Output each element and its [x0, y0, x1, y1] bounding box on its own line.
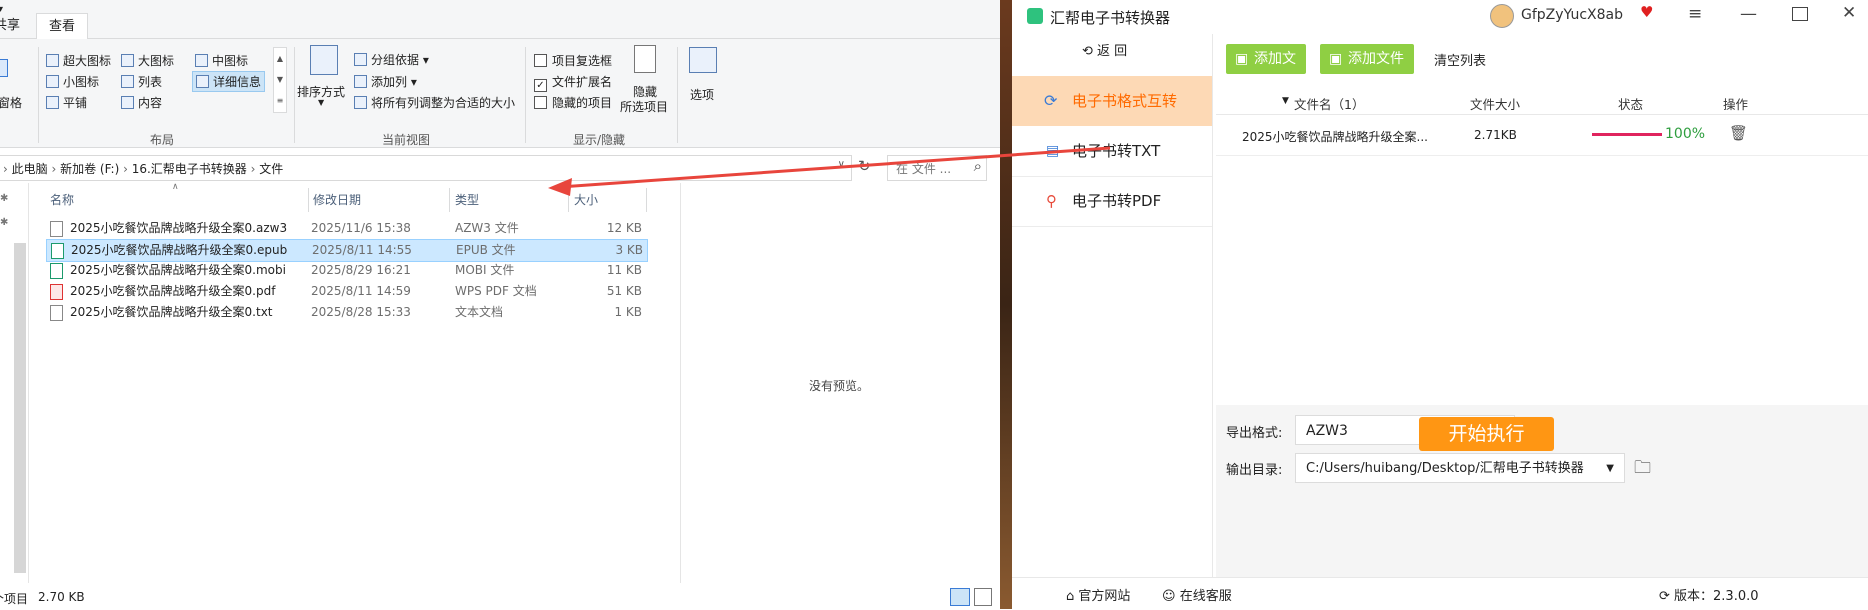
- arrow-line: [559, 146, 1111, 189]
- annotation-arrow: [548, 146, 1111, 196]
- arrow-head: [548, 178, 572, 196]
